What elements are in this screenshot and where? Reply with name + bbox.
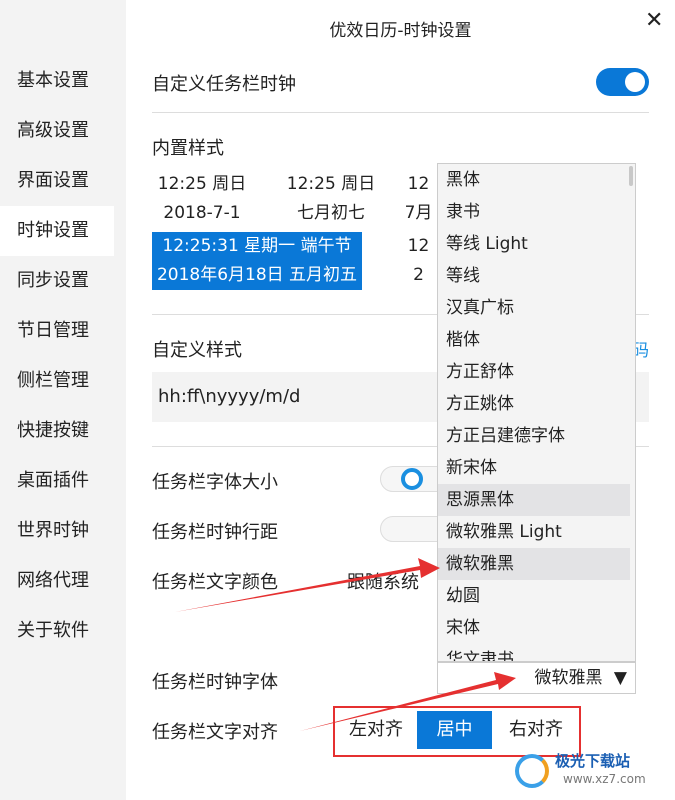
watermark-logo: 极光下载站 www.xz7.com (515, 748, 670, 794)
annotation-arrows (175, 558, 516, 731)
